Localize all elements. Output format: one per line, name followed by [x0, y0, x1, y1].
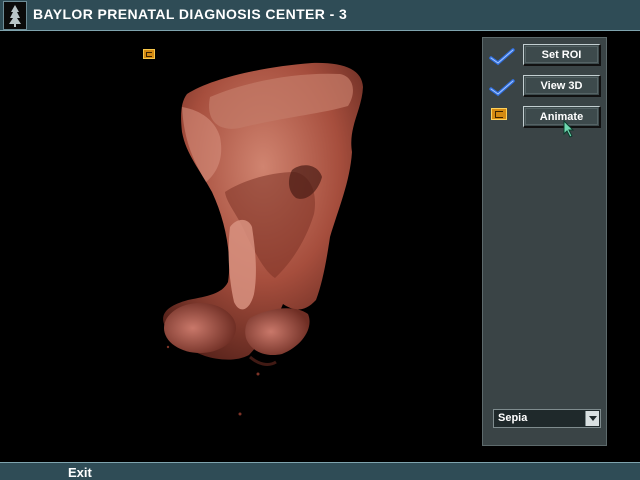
- ultrasound-viewport[interactable]: [0, 32, 482, 462]
- animate-button[interactable]: Animate: [523, 106, 601, 128]
- color-scheme-select[interactable]: Sepia: [493, 409, 601, 428]
- mouse-cursor-icon: [563, 120, 575, 138]
- check-icon: [489, 79, 515, 97]
- roi-marker-icon[interactable]: [143, 49, 155, 59]
- title-bar: BAYLOR PRENATAL DIAGNOSIS CENTER - 3: [0, 0, 640, 31]
- check-icon: [489, 48, 515, 66]
- tree-icon[interactable]: [3, 1, 27, 30]
- exit-button[interactable]: Exit: [68, 465, 92, 480]
- view-3d-button[interactable]: View 3D: [523, 75, 601, 97]
- bottom-bar: Exit: [0, 462, 640, 480]
- color-scheme-value: Sepia: [498, 412, 528, 424]
- window-title: BAYLOR PRENATAL DIAGNOSIS CENTER - 3: [33, 6, 348, 22]
- fetal-rendering: [163, 62, 363, 416]
- folder-icon: [491, 108, 507, 120]
- control-panel: Set ROI View 3D Animate Sepia: [482, 37, 607, 446]
- chevron-down-icon[interactable]: [585, 411, 599, 426]
- set-roi-button[interactable]: Set ROI: [523, 44, 601, 66]
